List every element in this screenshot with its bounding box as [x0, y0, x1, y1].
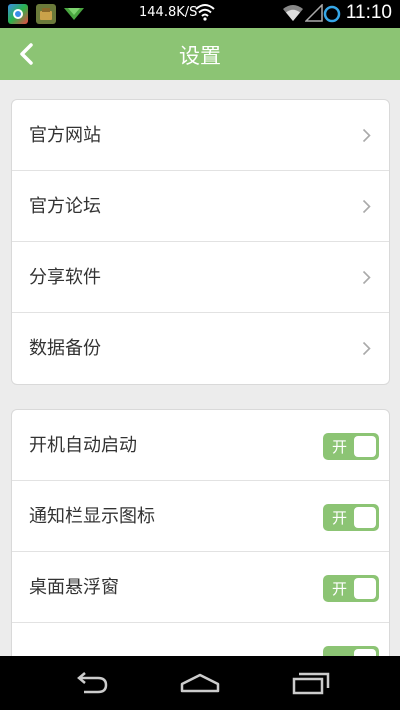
sync-icon [323, 5, 341, 27]
chevron-right-icon [362, 270, 371, 285]
status-bar: 144.8K/S 11:10 [0, 0, 400, 28]
floating-window-item: 桌面悬浮窗 开 [12, 552, 389, 623]
chevron-right-icon [362, 128, 371, 143]
android-app-icon [36, 4, 56, 24]
system-nav-bar [0, 656, 400, 710]
floating-window-toggle[interactable]: 开 [323, 575, 379, 602]
notification-icon-toggle[interactable]: 开 [323, 504, 379, 531]
home-icon [180, 673, 220, 693]
toggle-state-label: 开 [332, 580, 348, 598]
nav-back-button[interactable] [50, 656, 130, 710]
item-label: 官方网站 [29, 125, 101, 146]
item-label: 数据备份 [29, 338, 101, 359]
item-label: 分享软件 [29, 267, 101, 288]
official-website-item[interactable]: 官方网站 [12, 100, 389, 171]
chevron-right-icon [362, 199, 371, 214]
toggle-knob [354, 436, 376, 457]
notification-icon-item: 通知栏显示图标 开 [12, 481, 389, 552]
toggle-knob [354, 578, 376, 599]
browser-app-icon [8, 4, 28, 24]
recent-apps-icon [292, 672, 330, 695]
item-label: 官方论坛 [29, 196, 101, 217]
net-speed: 144.8K/S [139, 5, 198, 20]
page-title: 设置 [179, 44, 221, 68]
wifi-icon [195, 3, 215, 25]
item-label: 开机自动启动 [29, 435, 137, 456]
toggle-state-label: 开 [332, 438, 348, 456]
wifi-signal-icon [282, 4, 304, 26]
nav-recent-apps-button[interactable] [271, 656, 351, 710]
links-card: 官方网站 官方论坛 分享软件 数据备份 [11, 99, 390, 385]
download-icon [64, 6, 84, 26]
data-backup-item[interactable]: 数据备份 [12, 313, 389, 384]
toggle-state-label: 开 [332, 509, 348, 527]
item-label: 桌面悬浮窗 [29, 577, 119, 598]
signal-icon [304, 3, 323, 26]
nav-home-button[interactable] [160, 656, 240, 710]
title-bar: 设置 [0, 28, 400, 80]
settings-screen: 144.8K/S 11:10 设置 官方网站 官方论坛 分享软件 数据备份 开机… [0, 0, 400, 710]
autostart-item: 开机自动启动 开 [12, 410, 389, 481]
autostart-toggle[interactable]: 开 [323, 433, 379, 460]
item-label: 通知栏显示图标 [29, 506, 155, 527]
share-app-item[interactable]: 分享软件 [12, 242, 389, 313]
back-icon [77, 672, 108, 694]
toggle-knob [354, 507, 376, 528]
status-clock: 11:10 [345, 2, 392, 23]
toggles-card: 开机自动启动 开 通知栏显示图标 开 桌面悬浮窗 开 [11, 409, 390, 695]
chevron-right-icon [362, 341, 371, 356]
official-forum-item[interactable]: 官方论坛 [12, 171, 389, 242]
